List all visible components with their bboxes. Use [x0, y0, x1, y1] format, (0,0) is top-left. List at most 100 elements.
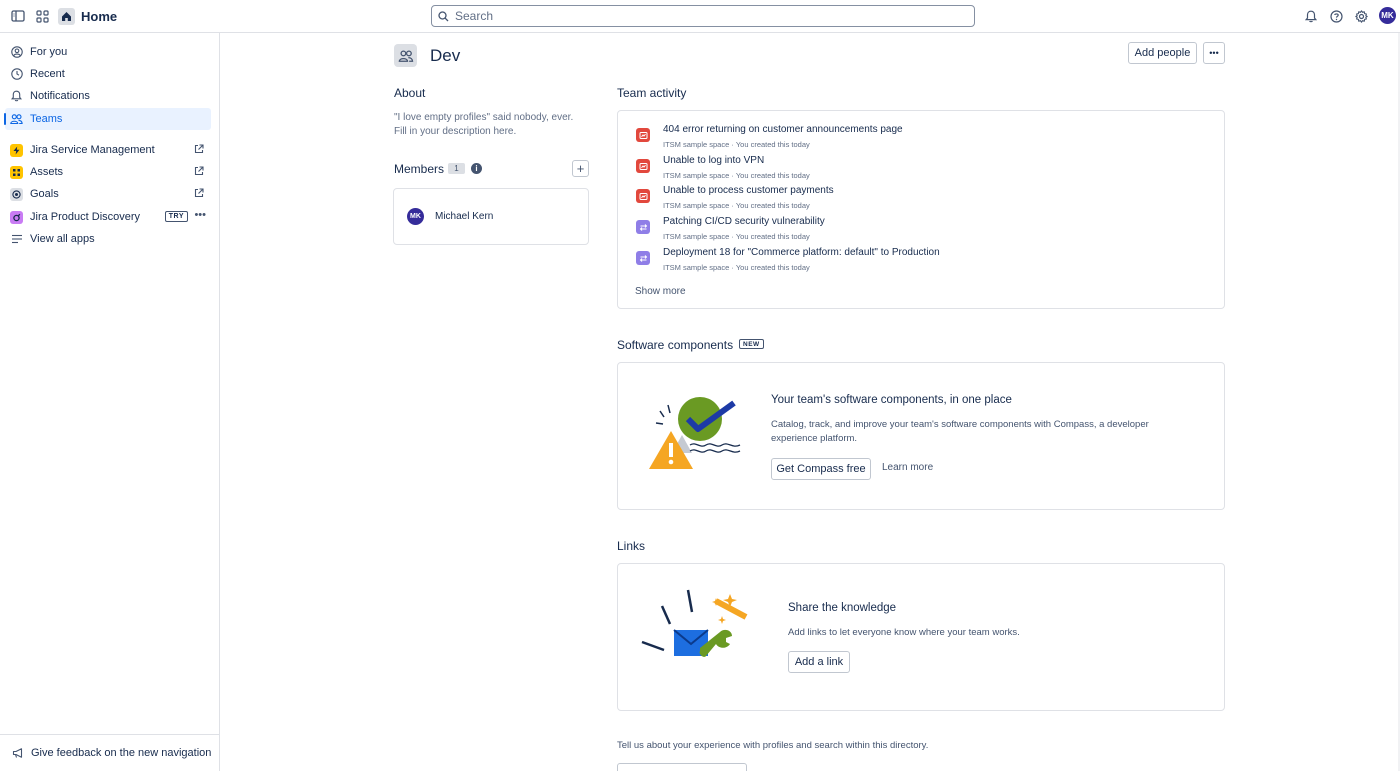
sidebar-app-jira-service-management[interactable]: Jira Service Management	[5, 139, 211, 161]
sidebar-app-label: Jira Service Management	[30, 144, 155, 156]
info-icon[interactable]: i	[471, 163, 482, 174]
sidebar-item-recent[interactable]: Recent	[5, 63, 211, 85]
links-description: Add links to let everyone know where you…	[788, 627, 1020, 638]
sidebar-app-assets[interactable]: Assets	[5, 161, 211, 183]
activity-meta: ITSM sample space · You created this tod…	[663, 201, 810, 210]
external-link-icon[interactable]	[194, 166, 205, 177]
sidebar-item-label: Recent	[30, 68, 65, 80]
try-badge: TRY	[164, 211, 188, 222]
team-activity-heading: Team activity	[617, 86, 687, 100]
activity-title: Deployment 18 for "Commerce platform: de…	[663, 247, 940, 258]
sidebar-item-label: Notifications	[30, 90, 90, 102]
sidebar-app-label: Goals	[30, 188, 59, 200]
settings-gear-icon[interactable]	[1351, 6, 1371, 26]
activity-item[interactable]: Unable to process customer payments ITSM…	[636, 185, 1196, 213]
activity-item[interactable]: 404 error returning on customer announce…	[636, 124, 1196, 152]
sidebar-item-label: View all apps	[30, 233, 95, 245]
sidebar: For you Recent Notifications Teams Jira …	[0, 33, 220, 771]
member-avatar: MK	[407, 208, 424, 225]
top-navigation-bar: Home MK	[0, 0, 1400, 33]
team-icon	[394, 44, 417, 67]
feedback-link[interactable]: Give feedback on the new navigation	[0, 734, 219, 771]
member-card[interactable]: MK Michael Kern	[393, 188, 589, 245]
promo-description: Catalog, track, and improve your team's …	[771, 419, 1149, 444]
sidebar-item-teams[interactable]: Teams	[4, 108, 211, 130]
links-card: Share the knowledge Add links to let eve…	[617, 563, 1225, 711]
sidebar-item-label: Teams	[30, 113, 63, 125]
help-icon[interactable]	[1326, 6, 1346, 26]
activity-item[interactable]: Deployment 18 for "Commerce platform: de…	[636, 247, 1196, 275]
members-count-badge: 1	[448, 163, 465, 174]
search-input[interactable]	[455, 9, 955, 23]
change-icon	[636, 251, 650, 265]
app-switcher-icon[interactable]	[32, 6, 52, 26]
activity-meta: ITSM sample space · You created this tod…	[663, 263, 810, 272]
team-activity-card: 404 error returning on customer announce…	[617, 110, 1225, 309]
external-link-icon[interactable]	[194, 144, 205, 155]
member-name: Michael Kern	[435, 211, 494, 222]
home-label: Home	[81, 8, 118, 24]
add-member-button[interactable]: +	[572, 160, 589, 177]
activity-title: 404 error returning on customer announce…	[663, 124, 903, 135]
sidebar-item-view-all-apps[interactable]: View all apps	[5, 228, 211, 250]
new-badge: NEW	[739, 339, 764, 349]
bell-icon	[10, 90, 23, 103]
activity-item[interactable]: Patching CI/CD security vulnerability IT…	[636, 216, 1196, 244]
sidebar-app-goals[interactable]: Goals	[5, 183, 211, 205]
learn-more-link[interactable]: Learn more	[882, 462, 933, 473]
user-avatar[interactable]: MK	[1379, 7, 1396, 24]
more-actions-button[interactable]: •••	[1203, 42, 1225, 64]
more-icon: •••	[1209, 48, 1219, 58]
more-options-icon[interactable]: •••	[194, 209, 206, 221]
plus-icon: +	[576, 161, 585, 176]
get-compass-button[interactable]: Get Compass free	[771, 458, 871, 480]
external-link-icon[interactable]	[194, 188, 205, 199]
clock-icon	[10, 68, 23, 81]
add-link-button[interactable]: Add a link	[788, 651, 850, 673]
share-knowledge-illustration	[641, 589, 748, 657]
sidebar-item-label: For you	[30, 46, 68, 58]
search-icon	[438, 10, 449, 22]
feedback-label: Give feedback on the new navigation	[31, 747, 212, 759]
show-more-link[interactable]: Show more	[635, 286, 686, 297]
target-icon	[10, 187, 23, 201]
promo-title: Your team's software components, in one …	[771, 394, 1012, 406]
incident-icon	[636, 189, 650, 203]
home-icon	[58, 7, 75, 25]
sidebar-app-label: Assets	[30, 166, 64, 178]
feedback-button[interactable]	[617, 763, 747, 771]
feedback-prompt: Tell us about your experience with profi…	[617, 740, 929, 751]
compass-promo-card: Your team's software components, in one …	[617, 362, 1225, 510]
sidebar-app-label: Jira Product Discovery	[30, 211, 141, 223]
about-heading: About	[394, 86, 426, 100]
discovery-icon	[10, 210, 23, 224]
lightning-icon	[10, 143, 23, 157]
activity-meta: ITSM sample space · You created this tod…	[663, 171, 810, 180]
page-title: Dev	[430, 46, 461, 65]
search-bar[interactable]	[431, 5, 975, 27]
activity-title: Patching CI/CD security vulnerability	[663, 216, 825, 227]
assets-icon	[10, 165, 23, 179]
compass-illustration	[649, 397, 741, 469]
activity-item[interactable]: Unable to log into VPN ITSM sample space…	[636, 155, 1196, 183]
home-button[interactable]: Home	[58, 6, 117, 26]
software-components-heading: Software components	[617, 338, 734, 352]
notifications-icon[interactable]	[1301, 6, 1321, 26]
user-circle-icon	[10, 46, 23, 59]
sidebar-app-jira-product-discovery[interactable]: Jira Product Discovery TRY •••	[5, 206, 211, 228]
change-icon	[636, 220, 650, 234]
links-title: Share the knowledge	[788, 602, 897, 614]
about-description[interactable]: "I love empty profiles" said nobody, eve…	[394, 111, 584, 139]
activity-meta: ITSM sample space · You created this tod…	[663, 140, 810, 149]
activity-meta: ITSM sample space · You created this tod…	[663, 232, 810, 241]
list-icon	[10, 233, 23, 246]
incident-icon	[636, 159, 650, 173]
sidebar-toggle-icon[interactable]	[8, 6, 28, 26]
members-heading: Members	[394, 162, 445, 176]
add-people-button[interactable]: Add people	[1128, 42, 1197, 64]
megaphone-icon	[11, 747, 24, 760]
incident-icon	[636, 128, 650, 142]
people-icon	[10, 113, 23, 126]
sidebar-item-notifications[interactable]: Notifications	[5, 85, 211, 107]
sidebar-item-for-you[interactable]: For you	[5, 41, 211, 63]
